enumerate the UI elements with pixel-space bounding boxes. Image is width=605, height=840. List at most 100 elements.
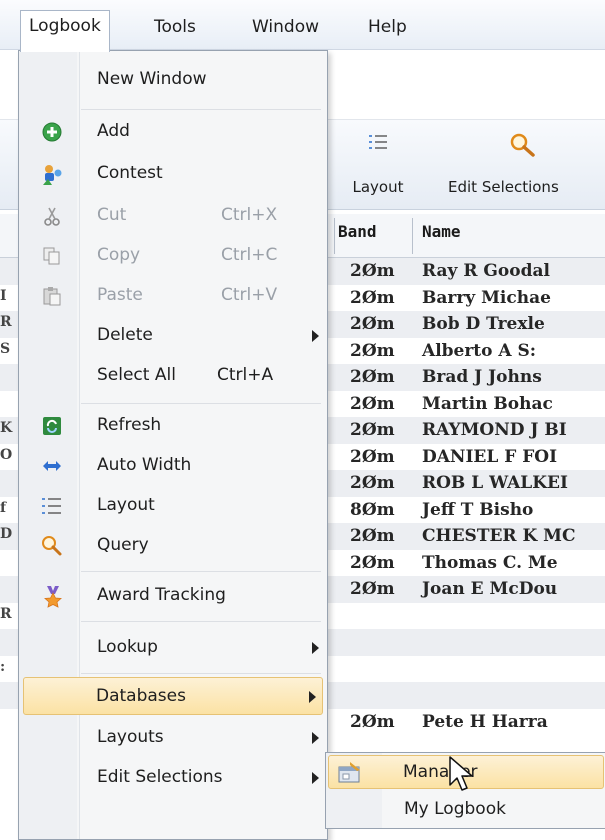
menu-item-shortcut: Ctrl+A <box>217 365 274 385</box>
mouse-pointer-icon <box>448 755 476 800</box>
row-name: RAYMOND J BI <box>422 420 567 440</box>
row-band: 2Øm <box>350 287 395 308</box>
scissors-icon <box>41 205 63 227</box>
magnifier-icon <box>509 132 537 162</box>
paste-icon <box>41 285 63 307</box>
menu-bar: Logbook Tools Window Help <box>0 0 605 52</box>
ribbon-layout-button[interactable]: Layout <box>336 130 420 206</box>
menu-item-label: Paste <box>97 285 143 305</box>
row-band: 2Øm <box>350 261 395 281</box>
column-separator <box>412 218 413 254</box>
menu-separator <box>81 673 321 674</box>
menu-item-query[interactable]: Query <box>21 527 325 565</box>
row-fragment: I <box>0 287 7 304</box>
row-name: Barry Michae <box>422 287 551 308</box>
row-name: ROB L WALKEI <box>422 473 568 493</box>
contest-icon <box>41 163 63 185</box>
menu-item-contest[interactable]: Contest <box>21 155 325 193</box>
menu-item-layout[interactable]: Layout <box>21 487 325 525</box>
row-band: 2Øm <box>350 367 395 387</box>
menu-item-label: Layouts <box>97 727 164 747</box>
database-manager-icon <box>337 761 363 790</box>
menu-item-label: Databases <box>96 686 186 706</box>
award-icon <box>41 585 63 608</box>
row-band: 2Øm <box>350 526 395 546</box>
menu-separator <box>81 109 321 110</box>
submenu-arrow-icon <box>312 642 319 654</box>
refresh-icon <box>41 415 63 437</box>
menu-tools[interactable]: Tools <box>146 12 204 44</box>
row-fragment: R <box>0 314 12 330</box>
menu-item-label: Refresh <box>97 415 162 435</box>
add-icon <box>41 121 63 143</box>
menu-item-label: Select All <box>97 365 176 385</box>
menu-item-award-tracking[interactable]: Award Tracking <box>21 577 325 615</box>
row-name: Martin Bohac <box>422 393 553 414</box>
menu-item-label: Copy <box>97 245 141 265</box>
menu-separator <box>81 621 321 622</box>
row-fragment: f <box>0 499 7 516</box>
row-band: 2Øm <box>350 579 395 599</box>
ribbon-edit-selections-button[interactable]: Edit Selections <box>440 130 605 206</box>
menu-item-paste[interactable]: Paste Ctrl+V <box>21 277 325 315</box>
row-band: 2Øm <box>350 473 395 493</box>
row-name: CHESTER K MC <box>422 526 576 546</box>
row-band: 2Øm <box>350 393 395 414</box>
submenu-arrow-icon <box>312 732 319 744</box>
row-fragment: R <box>0 605 12 622</box>
menu-item-label: Auto Width <box>97 455 192 475</box>
layout-icon <box>41 495 63 517</box>
menu-item-lookup[interactable]: Lookup <box>21 629 325 667</box>
menu-item-shortcut: Ctrl+X <box>221 205 278 225</box>
row-band: 2Øm <box>350 314 395 334</box>
menu-item-auto-width[interactable]: Auto Width <box>21 447 325 485</box>
menu-item-cut[interactable]: Cut Ctrl+X <box>21 197 325 235</box>
menu-item-label: Delete <box>97 325 153 345</box>
menu-item-label: Edit Selections <box>97 767 223 787</box>
row-band: 8Øm <box>350 499 395 520</box>
row-band: 2Øm <box>350 446 395 467</box>
menu-item-copy[interactable]: Copy Ctrl+C <box>21 237 325 275</box>
menu-item-edit-selections[interactable]: Edit Selections <box>21 759 325 797</box>
menu-item-databases[interactable]: Databases <box>23 677 323 715</box>
row-name: Jeff T Bisho <box>422 499 534 520</box>
menu-item-refresh[interactable]: Refresh <box>21 407 325 445</box>
menu-item-label: Contest <box>97 163 163 183</box>
ribbon-edit-selections-label: Edit Selections <box>448 178 559 196</box>
row-name: Pete H Harra <box>422 711 548 732</box>
copy-icon <box>41 245 63 267</box>
menu-item-select-all[interactable]: Select All Ctrl+A <box>21 357 325 395</box>
auto-width-icon <box>41 455 63 477</box>
row-name: Brad J Johns <box>422 367 542 387</box>
menu-logbook[interactable]: Logbook <box>20 10 110 52</box>
row-fragment: K <box>0 420 13 436</box>
row-fragment: S <box>0 340 11 357</box>
menu-item-delete[interactable]: Delete <box>21 317 325 355</box>
menu-item-new-window[interactable]: New Window <box>21 61 325 99</box>
column-separator <box>334 218 335 254</box>
menu-help[interactable]: Help <box>360 12 415 44</box>
row-name: Ray R Goodal <box>422 261 550 281</box>
row-name: Joan E McDou <box>422 579 558 599</box>
menu-item-label: Award Tracking <box>97 585 226 605</box>
menu-item-label: Layout <box>97 495 155 515</box>
submenu-arrow-icon <box>312 772 319 784</box>
row-name: Bob D Trexle <box>422 314 545 334</box>
row-name: Thomas C. Me <box>422 552 558 573</box>
ribbon-layout-label: Layout <box>352 178 404 196</box>
logbook-menu: New Window Add Contest Cut Ctrl+X Copy C… <box>18 50 328 840</box>
menu-window[interactable]: Window <box>244 12 327 44</box>
menu-item-shortcut: Ctrl+V <box>221 285 278 305</box>
column-header-name[interactable]: Name <box>422 222 461 241</box>
row-band: 2Øm <box>350 340 395 361</box>
submenu-item-label: My Logbook <box>404 799 506 819</box>
menu-item-add[interactable]: Add <box>21 113 325 151</box>
row-band: 2Øm <box>350 552 395 573</box>
menu-item-label: New Window <box>97 69 207 89</box>
column-header-band[interactable]: Band <box>338 222 377 241</box>
row-fragment: : <box>0 658 6 675</box>
menu-item-shortcut: Ctrl+C <box>221 245 278 265</box>
menu-item-layouts[interactable]: Layouts <box>21 719 325 757</box>
submenu-arrow-icon <box>312 330 319 342</box>
submenu-arrow-icon <box>309 691 316 703</box>
